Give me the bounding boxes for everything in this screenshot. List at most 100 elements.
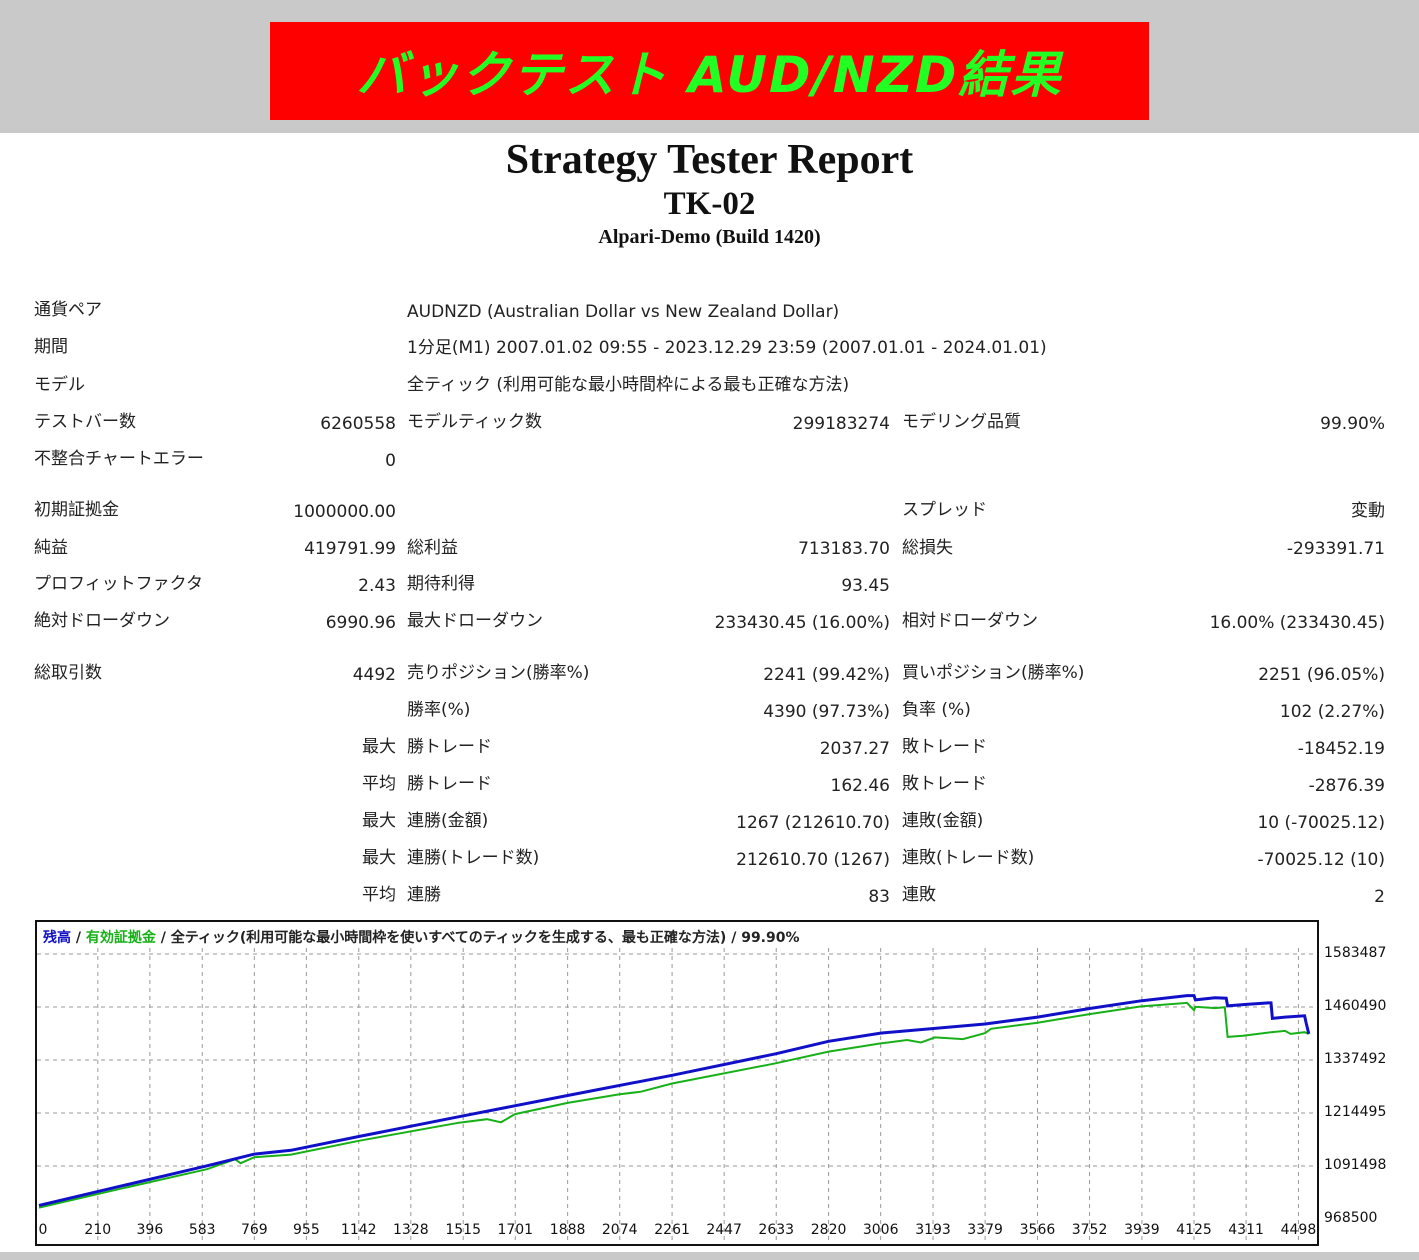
win-rate-label: 勝率(%) [407,700,471,720]
banner-text: バックテスト AUD/NZD結果 [356,46,1063,104]
legend-quality: 99.90% [741,930,800,946]
x-tick-label: 955 [293,1222,320,1238]
mismatch-value: 0 [385,451,396,471]
report-title: Strategy Tester Report [505,137,914,183]
net-profit-label: 純益 [34,538,68,558]
x-tick-label: 2820 [810,1222,847,1238]
bars-value: 6260558 [320,414,396,434]
long-positions-value: 2251 (96.05%) [1258,665,1385,685]
legend-separator: / [75,930,81,946]
gross-profit-value: 713183.70 [798,539,890,559]
legend-balance: 残高 [43,930,71,946]
title-banner: バックテスト AUD/NZD結果 [270,22,1149,120]
balance-chart: 残高 / 有効証拠金 / 全ティック(利用可能な最小時間枠を使いすべてのティック… [35,920,1319,1246]
x-tick-label: 3193 [915,1222,951,1238]
average-win-label: 勝トレード [407,774,492,794]
largest-prefix: 最大 [362,737,396,757]
max-cons-losses-count-value: -70025.12 (10) [1257,850,1385,870]
max-drawdown-value: 233430.45 (16.00%) [714,613,890,633]
avg-cons-prefix: 平均 [362,885,396,905]
avg-cons-wins-label: 連勝 [407,885,441,905]
x-tick-label: 1701 [497,1222,534,1238]
expert-name: TK-02 [663,186,756,222]
avg-cons-losses-value: 2 [1374,887,1385,907]
y-tick-label: 968500 [1324,1210,1378,1226]
expected-payoff-value: 93.45 [841,576,890,596]
equity-line [38,1001,1310,1209]
legend-separator: / [731,930,737,946]
largest-win-value: 2037.27 [819,739,890,759]
largest-loss-label: 敗トレード [902,737,987,757]
largest-win-label: 勝トレード [407,737,492,757]
max-cons-losses-money-value: 10 (-70025.12) [1257,813,1385,833]
win-rate-value: 4390 (97.73%) [763,702,890,722]
expected-payoff-label: 期待利得 [407,574,475,594]
model-value: 全ティック (利用可能な最小時間枠による最も正確な方法) [407,375,850,395]
x-tick-label: 4311 [1228,1222,1264,1238]
profit-factor-label: プロフィットファクタ [34,574,203,594]
largest-loss-value: -18452.19 [1297,739,1385,759]
server-name: Alpari-Demo (Build 1420) [598,226,821,248]
average-loss-value: -2876.39 [1308,776,1385,796]
max-cons-count-prefix: 最大 [362,848,396,868]
deposit-value: 1000000.00 [293,502,396,522]
net-profit-value: 419791.99 [304,539,396,559]
max-cons-money-prefix: 最大 [362,811,396,831]
x-tick-label: 3939 [1124,1222,1160,1238]
x-tick-label: 2447 [706,1222,742,1238]
y-tick-label: 1091498 [1324,1156,1387,1173]
x-tick-label: 583 [188,1222,216,1238]
rel-drawdown-value: 16.00% (233430.45) [1209,613,1385,633]
avg-cons-losses-label: 連敗 [902,885,936,905]
model-label: モデル [34,375,85,395]
quality-value: 99.90% [1320,414,1385,434]
x-tick-label: 1142 [340,1222,377,1238]
x-tick-label: 4125 [1176,1222,1212,1238]
x-tick-label: 2633 [758,1222,795,1238]
abs-drawdown-value: 6990.96 [325,613,396,633]
x-tick-label: 0 [38,1222,48,1238]
bars-label: テストバー数 [34,412,136,432]
legend-model: 全ティック(利用可能な最小時間枠を使いすべてのティックを生成する、最も正確な方法… [170,930,727,946]
x-tick-label: 3752 [1071,1222,1108,1238]
rel-drawdown-label: 相対ドローダウン [902,611,1038,631]
chart-legend: 残高 / 有効証拠金 / 全ティック(利用可能な最小時間枠を使いすべてのティック… [43,927,800,947]
spread-value: 変動 [1351,501,1385,521]
gross-profit-label: 総利益 [407,538,458,558]
gross-loss-value: -293391.71 [1286,539,1385,559]
x-tick-label: 1328 [393,1222,429,1238]
short-positions-label: 売りポジション(勝率%) [407,663,590,683]
x-tick-label: 1888 [549,1222,586,1238]
x-tick-label: 1515 [445,1222,482,1238]
quality-label: モデリング品質 [902,412,1021,432]
loss-rate-value: 102 (2.27%) [1279,702,1385,722]
footer-band [0,1252,1419,1260]
average-loss-label: 敗トレード [902,774,987,794]
ticks-value: 299183274 [792,414,890,434]
x-tick-label: 769 [240,1222,268,1238]
gross-loss-label: 総損失 [902,538,953,558]
y-tick-label: 1583487 [1324,945,1387,961]
period-value: 1分足(M1) 2007.01.02 09:55 - 2023.12.29 23… [407,338,1047,358]
loss-rate-label: 負率 (%) [902,700,971,720]
mismatch-label: 不整合チャートエラー [34,449,204,469]
x-tick-label: 3006 [862,1222,899,1238]
max-cons-losses-money-label: 連敗(金額) [902,811,984,831]
x-tick-label: 396 [136,1222,164,1238]
total-trades-value: 4492 [352,665,396,685]
average-prefix: 平均 [362,774,396,794]
y-tick-label: 1337492 [1324,1051,1387,1067]
avg-cons-wins-value: 83 [868,887,890,907]
x-tick-label: 4498 [1280,1222,1317,1238]
x-tick-label: 2261 [654,1222,690,1238]
average-win-value: 162.46 [830,776,890,796]
deposit-label: 初期証拠金 [34,500,119,520]
x-tick-label: 3566 [1019,1222,1056,1238]
total-trades-label: 総取引数 [34,663,102,683]
max-cons-wins-count-value: 212610.70 (1267) [736,850,890,870]
max-cons-losses-count-label: 連敗(トレード数) [902,848,1035,868]
chart-canvas [37,948,1317,1244]
symbol-label: 通貨ペア [34,300,102,320]
chart-grid [37,948,1317,1244]
balance-line [38,994,1311,1207]
